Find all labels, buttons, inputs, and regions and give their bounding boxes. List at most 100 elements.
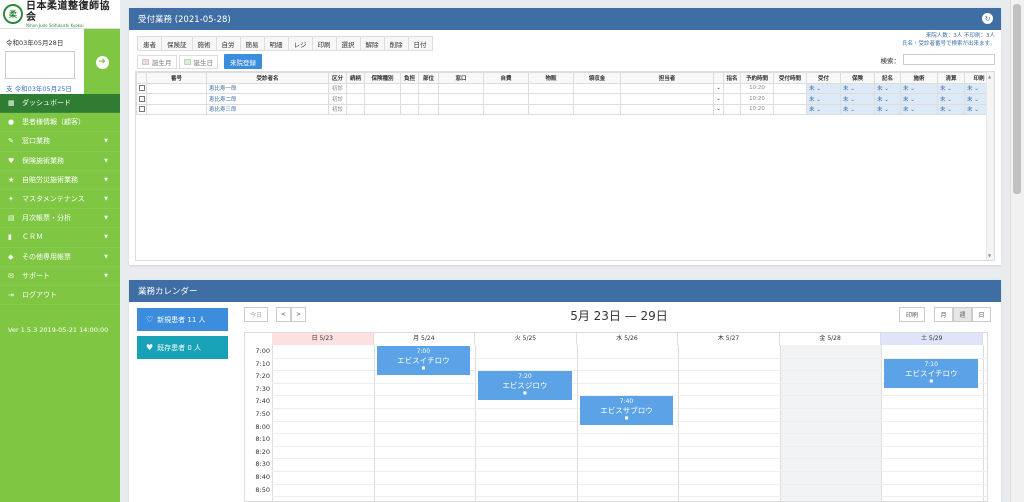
checkbox-icon[interactable] [138,85,145,91]
column-header[interactable]: 保険種別 [364,72,401,84]
toolbar-tab-10[interactable]: 削除 [383,36,409,51]
column-header[interactable]: 負担 [400,72,419,84]
sidebar-item-2[interactable]: ✎ 窓口業務 ▼ [0,132,120,152]
event-handle[interactable]: ■ [580,416,674,420]
day-header[interactable]: 金 5/28 [779,333,882,345]
date-input[interactable] [5,51,75,79]
row-checkbox[interactable] [136,103,147,115]
logo[interactable]: 柔 日本柔道整復師協会 Nihon Judo Seifukushi Kyokai [0,0,120,28]
status-select-uketsuke_status[interactable]: 未 ⌄ [806,82,841,94]
chevron-down-icon[interactable]: ⌄ [716,96,721,102]
calendar-event[interactable]: 7:40 エビスサブロウ ■ [579,396,674,426]
toolbar-tab-9[interactable]: 解除 [359,36,385,51]
column-header[interactable]: 領収金 [573,72,621,84]
column-header[interactable]: 部位 [418,72,439,84]
scroll-thumb[interactable] [1013,4,1021,194]
month-view-button[interactable]: 月 [934,307,953,322]
day-header[interactable]: 土 5/29 [881,333,983,345]
chevron-down-icon[interactable]: ⌄ [716,85,721,91]
week-view-button[interactable]: 週 [953,307,972,322]
existing-patient-button[interactable]: ♥ 既存患者 0 人 [137,336,228,359]
sidebar-item-8[interactable]: ◆ その他専用帳票 ▼ [0,248,120,267]
cell-patient-name[interactable]: 恵比寿一郎 [206,82,329,94]
table-row[interactable]: 恵比寿三郎 初診 ⌄ 10:20 未 ⌄ 未 ⌄ 未 ⌄ 未 ⌄ 未 ⌄ 未 ⌄ [136,103,994,115]
column-header[interactable]: 続柄 [346,72,365,84]
toolbar-tab-2[interactable]: 施術 [191,36,217,51]
column-header[interactable] [713,72,724,84]
sidebar-item-6[interactable]: ▤ 月次帳票・分析 ▼ [0,209,120,229]
toolbar-tab-4[interactable]: 簡易 [239,36,265,51]
birth-month-filter[interactable]: 誕生月 [137,54,177,69]
status-select-sejutsu[interactable]: 未 ⌄ [900,93,938,105]
day-view-button[interactable]: 日 [972,307,991,322]
print-calendar-button[interactable]: 印刷 [899,307,925,322]
sidebar-item-0[interactable]: ▦ ダッシュボード [0,94,120,114]
table-row[interactable]: 恵比寿一郎 初診 ⌄ 10:20 未 ⌄ 未 ⌄ 未 ⌄ 未 ⌄ 未 ⌄ 未 ⌄ [136,82,994,94]
column-header[interactable]: 物販 [528,72,574,84]
checkbox-icon[interactable] [138,95,145,102]
status-select-kimei[interactable]: 未 ⌄ [874,82,901,94]
column-header[interactable]: 区分 [328,72,347,84]
status-select-kimei[interactable]: 未 ⌄ [874,93,901,105]
caret-down-icon[interactable]: ▼ [988,253,991,258]
staff-dropdown[interactable]: ⌄ [713,93,724,105]
calendar-event[interactable]: 7:20 エビスジロウ ■ [478,371,572,401]
status-select-sejutsu[interactable]: 未 ⌄ [900,82,938,94]
status-select-uketsuke_status[interactable]: 未 ⌄ [806,93,841,105]
staff-dropdown[interactable]: ⌄ [713,103,724,115]
status-select-kimei[interactable]: 未 ⌄ [874,103,901,115]
status-select-hoken[interactable]: 未 ⌄ [840,93,875,105]
column-header[interactable]: 清算 [937,72,965,84]
table-row[interactable]: 恵比寿二郎 初診 ⌄ 10:20 未 ⌄ 未 ⌄ 未 ⌄ 未 ⌄ 未 ⌄ 未 ⌄ [136,93,994,105]
toolbar-tab-11[interactable]: 日付 [407,36,433,51]
sidebar-item-5[interactable]: ✦ マスタメンテナンス ▼ [0,190,120,210]
column-header[interactable]: 受付 [806,72,841,84]
toolbar-tab-0[interactable]: 患者 [137,36,162,51]
status-select-seisan[interactable]: 未 ⌄ [937,103,965,115]
cell-patient-name[interactable]: 恵比寿三郎 [206,103,329,115]
page-scrollbar[interactable] [1010,0,1024,502]
event-handle[interactable]: ■ [884,378,978,383]
toolbar-tab-8[interactable]: 選択 [335,36,361,51]
toolbar-tab-5[interactable]: 明細 [263,36,289,51]
toolbar-tab-1[interactable]: 保険証 [161,36,193,51]
column-header[interactable]: 記名 [874,72,901,84]
column-header[interactable]: 担当者 [620,72,714,84]
refresh-icon[interactable]: ↻ [982,13,993,24]
day-header[interactable]: 日 5/23 [272,333,374,345]
toolbar-tab-7[interactable]: 印刷 [311,36,337,51]
column-header[interactable]: 受診者名 [206,72,329,84]
go-button[interactable]: ➜ [84,29,120,95]
day-header[interactable]: 水 5/26 [576,333,679,345]
column-header[interactable]: 番号 [146,72,207,84]
status-select-seisan[interactable]: 未 ⌄ [937,82,965,94]
column-header[interactable]: 自費 [483,72,529,84]
sidebar-item-3[interactable]: ♥ 保険施術業務 ▼ [0,152,120,171]
column-header[interactable]: 指名 [723,72,741,84]
staff-dropdown[interactable]: ⌄ [713,82,724,94]
status-select-hoken[interactable]: 未 ⌄ [840,82,875,94]
row-checkbox[interactable] [136,82,147,94]
toolbar-tab-3[interactable]: 自労 [215,36,241,51]
chevron-down-icon[interactable]: ⌄ [716,106,721,112]
event-handle[interactable]: ■ [478,391,572,395]
new-patient-button[interactable]: ♡ 新規患者 11 人 [137,308,228,331]
column-header[interactable]: 予約時間 [740,72,774,84]
calendar-event[interactable]: 7:10 エビスイチロウ ■ [884,358,978,388]
day-header[interactable]: 木 5/27 [678,333,780,345]
sub-date-link[interactable]: 支 令和03年05月25日 [6,83,72,93]
sidebar-item-7[interactable]: ▮ ＣＲＭ ▼ [0,228,120,248]
column-header[interactable]: 施術 [900,72,938,84]
sidebar-item-10[interactable]: ⇥ ログアウト [0,286,120,306]
sidebar-item-9[interactable]: ✉ サポート ▼ [0,267,120,286]
day-header[interactable]: 月 5/24 [373,333,476,345]
status-select-hoken[interactable]: 未 ⌄ [840,103,875,115]
calendar-event[interactable]: 7:00 エビスイチロウ ■ [376,346,471,375]
column-header[interactable]: 窓口 [438,72,484,84]
toolbar-tab-6[interactable]: レジ [287,36,313,51]
checkbox-icon[interactable] [138,106,145,112]
status-select-seisan[interactable]: 未 ⌄ [937,93,965,105]
status-select-sejutsu[interactable]: 未 ⌄ [900,103,938,115]
sidebar-item-1[interactable]: ● 患者様情報（顧客） [0,113,120,133]
event-handle[interactable]: ■ [377,366,471,370]
